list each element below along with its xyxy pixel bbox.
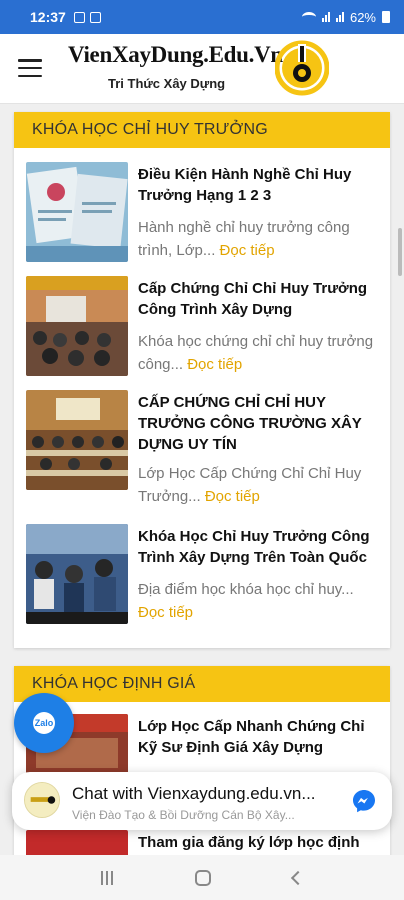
battery-icon: [382, 11, 390, 23]
course-item[interactable]: Điều Kiện Hành Nghề Chỉ Huy Trưởng Hạng …: [26, 162, 382, 272]
chat-subtitle: Viện Đào Tạo & Bồi Dưỡng Cán Bộ Xây...: [72, 808, 295, 822]
course-title[interactable]: Cấp Chứng Chỉ Chỉ Huy Trưởng Công Trình …: [138, 278, 382, 320]
course-thumbnail[interactable]: [26, 162, 128, 262]
site-header: VienXayDung.Edu.Vn Tri Thức Xây Dựng: [0, 34, 404, 104]
course-thumbnail[interactable]: [26, 276, 128, 376]
course-excerpt: Địa điểm học khóa học chỉ huy... Đọc tiế…: [138, 578, 382, 624]
logo-mark-icon: [275, 40, 329, 96]
gallery-notification-icon: [73, 11, 85, 23]
section-heading[interactable]: KHÓA HỌC ĐỊNH GIÁ: [14, 666, 390, 702]
read-more-link[interactable]: Đọc tiếp: [138, 604, 193, 621]
course-item[interactable]: CẤP CHỨNG CHỈ CHỈ HUY TRƯỞNG CÔNG TRƯỜNG…: [26, 390, 382, 514]
status-time: 12:37: [30, 9, 66, 25]
notification-icons: [73, 11, 101, 23]
read-more-link[interactable]: Đọc tiếp: [205, 488, 260, 505]
messenger-chat-bar[interactable]: Chat with Vienxaydung.edu.vn... Viện Đào…: [12, 772, 392, 830]
scrollbar[interactable]: [398, 228, 402, 276]
messenger-icon[interactable]: [352, 789, 376, 813]
course-title[interactable]: Điều Kiện Hành Nghề Chỉ Huy Trưởng Hạng …: [138, 164, 382, 206]
battery-percent: 62%: [349, 9, 376, 25]
chat-avatar: [24, 782, 60, 818]
course-item[interactable]: Khóa Học Chỉ Huy Trưởng Công Trình Xây D…: [26, 524, 382, 634]
section-dinh-gia: KHÓA HỌC ĐỊNH GIÁ Lớp Học Cấp Nhanh Chứn…: [14, 666, 390, 866]
system-indicators: 62%: [301, 9, 390, 25]
read-more-link[interactable]: Đọc tiếp: [187, 356, 242, 373]
home-icon[interactable]: [195, 869, 211, 886]
chat-title: Chat with Vienxaydung.edu.vn...: [72, 784, 316, 803]
course-title[interactable]: Khóa Học Chỉ Huy Trưởng Công Trình Xây D…: [138, 526, 382, 568]
site-logo[interactable]: VienXayDung.Edu.Vn Tri Thức Xây Dựng: [60, 36, 330, 100]
wifi-icon: [301, 12, 316, 22]
android-nav-bar: [0, 855, 404, 900]
download-notification-icon: [89, 11, 101, 23]
signal-icon: [321, 12, 330, 22]
recent-apps-icon[interactable]: [101, 870, 113, 885]
zalo-chat-button[interactable]: Zalo: [14, 693, 74, 753]
excerpt-text: Khóa học chứng chỉ chỉ huy trưởng công..…: [138, 333, 374, 373]
course-title[interactable]: Lớp Học Cấp Nhanh Chứng Chỉ Kỹ Sư Định G…: [138, 716, 382, 758]
section-heading[interactable]: KHÓA HỌC CHỈ HUY TRƯỞNG: [14, 112, 390, 148]
excerpt-text: Địa điểm học khóa học chỉ huy...: [138, 581, 354, 598]
course-thumbnail[interactable]: [26, 524, 128, 624]
course-excerpt: Lớp Học Cấp Chứng Chỉ Chỉ Huy Trưởng... …: [138, 462, 382, 508]
logo-title: VienXayDung.Edu.Vn: [68, 42, 283, 67]
section-chi-huy-truong: KHÓA HỌC CHỈ HUY TRƯỞNG Điều Kiện Hành N…: [14, 112, 390, 648]
zalo-icon: Zalo: [33, 712, 55, 734]
course-title[interactable]: Tham gia đăng ký lớp học định: [138, 832, 382, 853]
course-item[interactable]: Cấp Chứng Chỉ Chỉ Huy Trưởng Công Trình …: [26, 276, 382, 386]
back-icon[interactable]: [290, 870, 306, 885]
hamburger-icon[interactable]: [18, 59, 42, 77]
read-more-link[interactable]: Đọc tiếp: [220, 242, 275, 259]
course-thumbnail[interactable]: [26, 390, 128, 490]
course-excerpt: Khóa học chứng chỉ chỉ huy trưởng công..…: [138, 330, 382, 376]
signal-2-icon: [335, 12, 344, 22]
status-bar: 12:37 62%: [0, 0, 404, 34]
course-title[interactable]: CẤP CHỨNG CHỈ CHỈ HUY TRƯỞNG CÔNG TRƯỜNG…: [138, 392, 382, 455]
logo-subtitle: Tri Thức Xây Dựng: [108, 76, 226, 91]
course-excerpt: Hành nghề chỉ huy trưởng công trình, Lớp…: [138, 216, 382, 262]
